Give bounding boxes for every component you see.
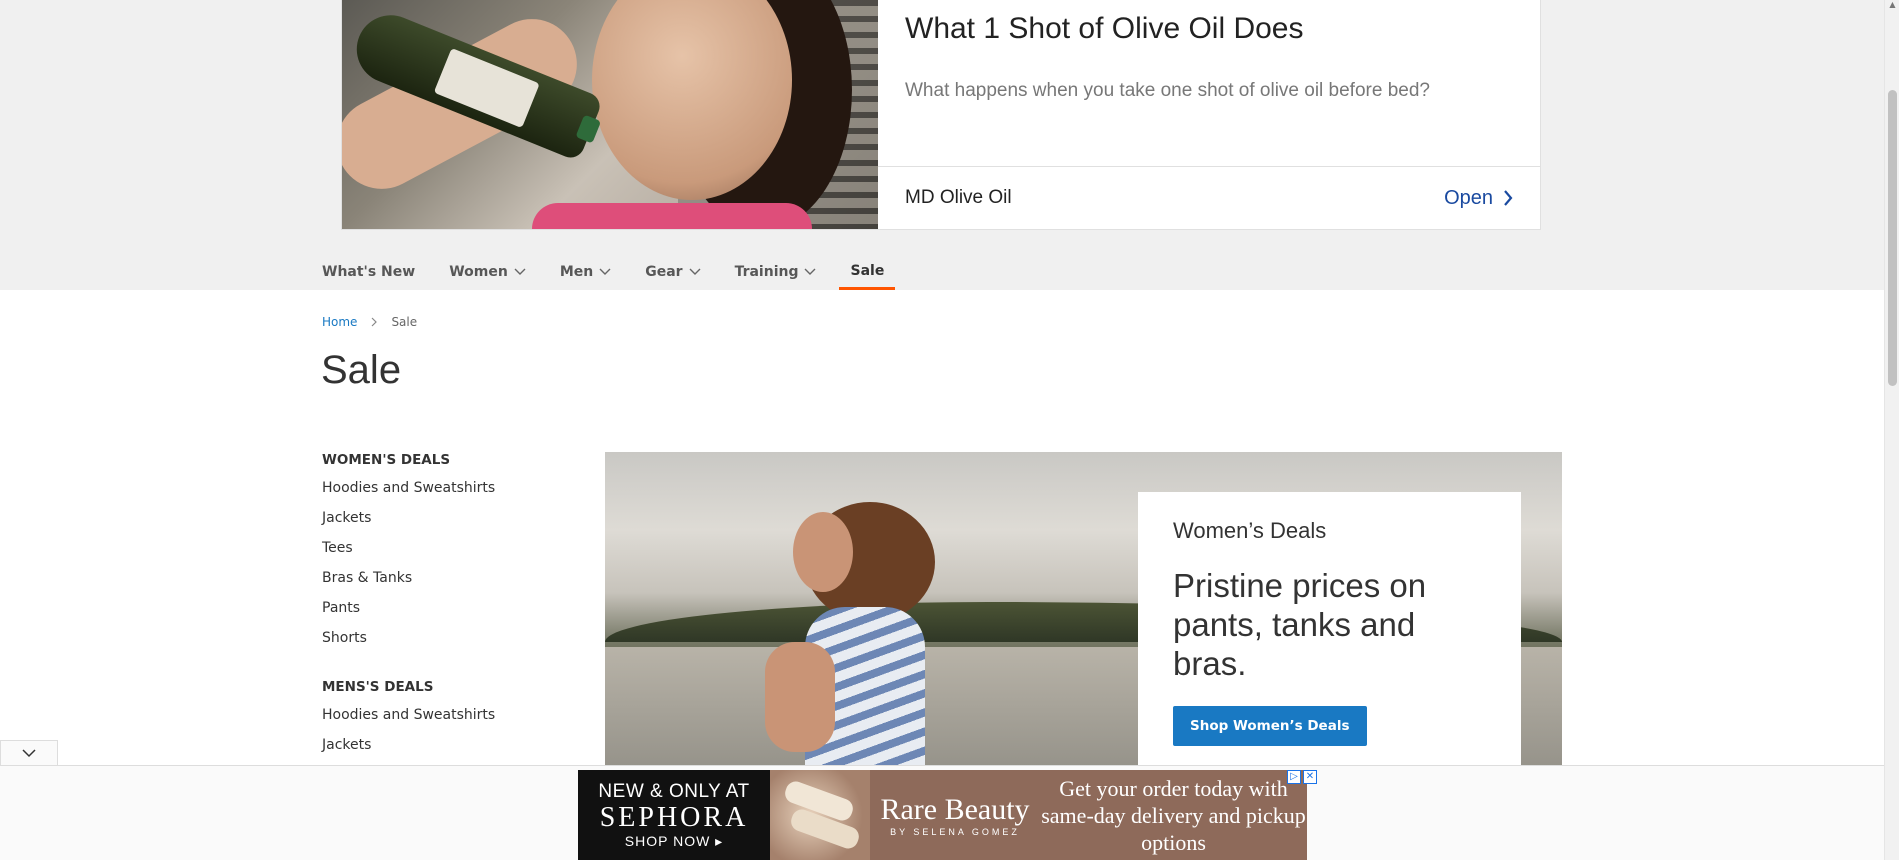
- shop-womens-deals-button[interactable]: Shop Women’s Deals: [1173, 706, 1367, 746]
- sidebar-heading: WOMEN'S DEALS: [322, 452, 451, 468]
- sephora-logo-text: SEPHORA: [599, 801, 749, 833]
- top-ad-description: What happens when you take one shot of o…: [905, 80, 1430, 101]
- top-ad-open-button[interactable]: Open: [1444, 187, 1513, 210]
- rare-beauty-name: Rare Beauty: [880, 793, 1030, 826]
- chevron-down-icon: [514, 268, 526, 275]
- chevron-down-icon: [689, 268, 701, 275]
- nav-item-training[interactable]: Training: [735, 242, 817, 290]
- ad-message: Get your order today with same-day deliv…: [1041, 776, 1306, 855]
- top-ad-content: What 1 Shot of Olive Oil Does What happe…: [878, 0, 1540, 229]
- sidebar-item-jackets[interactable]: Jackets: [322, 734, 562, 764]
- page-title: Sale: [321, 348, 402, 392]
- chevron-down-icon: [22, 749, 36, 758]
- top-ad-open-label: Open: [1444, 186, 1493, 209]
- breadcrumb-home-link[interactable]: Home: [322, 315, 357, 329]
- runner-arm-graphic: [765, 642, 835, 752]
- sidebar-item-jackets[interactable]: Jackets: [322, 507, 562, 537]
- page-scrollbar[interactable]: ▲: [1884, 0, 1899, 860]
- nav-item-sale[interactable]: Sale: [839, 242, 896, 290]
- chevron-right-icon: [1504, 190, 1513, 206]
- chevron-right-icon: [372, 317, 378, 327]
- sidebar-heading: MENS'S DEALS: [322, 679, 434, 695]
- top-ad-title[interactable]: What 1 Shot of Olive Oil Does: [905, 12, 1304, 46]
- sidebar-item-pants[interactable]: Pants: [322, 597, 562, 627]
- top-ad-image[interactable]: [342, 0, 878, 229]
- product-image: [770, 770, 870, 860]
- sidebar: WOMEN'S DEALS Hoodies and Sweatshirts Ja…: [322, 452, 562, 764]
- hero-title: Pristine prices on pants, tanks and bras…: [1173, 567, 1427, 682]
- adchoices-icon[interactable]: ▷: [1287, 770, 1301, 784]
- main-nav: What's New Women Men Gear Training Sale: [322, 242, 929, 290]
- nav-label: Women: [449, 264, 508, 280]
- hero-card: Women’s Deals Pristine prices on pants, …: [1138, 492, 1521, 765]
- breadcrumb-current: Sale: [391, 315, 418, 329]
- top-ad-brand: MD Olive Oil: [905, 187, 1012, 208]
- hero-kicker: Women’s Deals: [1173, 518, 1327, 543]
- sidebar-group-mens: MENS'S DEALS Hoodies and Sweatshirts Jac…: [322, 679, 562, 764]
- sephora-line1: NEW & ONLY AT: [598, 780, 750, 802]
- top-ad-card[interactable]: What 1 Shot of Olive Oil Does What happe…: [341, 0, 1541, 230]
- nav-label: Men: [559, 264, 594, 280]
- sidebar-item-hoodies[interactable]: Hoodies and Sweatshirts: [322, 704, 562, 734]
- sidebar-item-hoodies[interactable]: Hoodies and Sweatshirts: [322, 477, 562, 507]
- nav-label: What's New: [322, 264, 416, 280]
- rare-beauty-sub: BY SELENA GOMEZ: [890, 827, 1020, 837]
- ad-controls: ▷ ✕: [1287, 770, 1317, 784]
- ad-collapse-toggle[interactable]: [0, 740, 58, 766]
- nav-item-men[interactable]: Men: [560, 242, 611, 290]
- main-content: Home Sale Sale WOMEN'S DEALS Hoodies and…: [0, 290, 1884, 765]
- breadcrumb: Home Sale: [322, 315, 417, 329]
- close-icon[interactable]: ✕: [1303, 770, 1317, 784]
- scroll-thumb[interactable]: [1888, 90, 1897, 386]
- runner-face-graphic: [793, 512, 853, 592]
- nav-item-women[interactable]: Women: [449, 242, 526, 290]
- nav-label: Training: [734, 264, 799, 280]
- hero-banner[interactable]: Women’s Deals Pristine prices on pants, …: [605, 452, 1562, 765]
- chevron-down-icon: [804, 268, 816, 275]
- scroll-up-arrow-icon[interactable]: ▲: [1885, 0, 1899, 15]
- nav-label: Gear: [645, 264, 683, 280]
- bottle-cap-graphic: [575, 114, 602, 144]
- sephora-shop-now: SHOP NOW ▸: [624, 832, 724, 849]
- chevron-down-icon: [599, 268, 611, 275]
- rare-beauty-logo: Rare Beauty BY SELENA GOMEZ: [870, 770, 1040, 860]
- sephora-panel: NEW & ONLY AT SEPHORA SHOP NOW ▸: [578, 770, 770, 860]
- top-ad-footer: MD Olive Oil Open: [878, 166, 1540, 229]
- nav-label: Sale: [850, 262, 885, 279]
- sidebar-item-shorts[interactable]: Shorts: [322, 627, 562, 657]
- sidebar-group-womens: WOMEN'S DEALS Hoodies and Sweatshirts Ja…: [322, 452, 562, 657]
- bottom-ad-banner[interactable]: NEW & ONLY AT SEPHORA SHOP NOW ▸ Rare Be…: [578, 770, 1307, 860]
- sidebar-item-bras-tanks[interactable]: Bras & Tanks: [322, 567, 562, 597]
- tank-top-graphic: [532, 203, 812, 229]
- nav-item-whats-new[interactable]: What's New: [322, 242, 415, 290]
- sidebar-item-tees[interactable]: Tees: [322, 537, 562, 567]
- nav-item-gear[interactable]: Gear: [645, 242, 701, 290]
